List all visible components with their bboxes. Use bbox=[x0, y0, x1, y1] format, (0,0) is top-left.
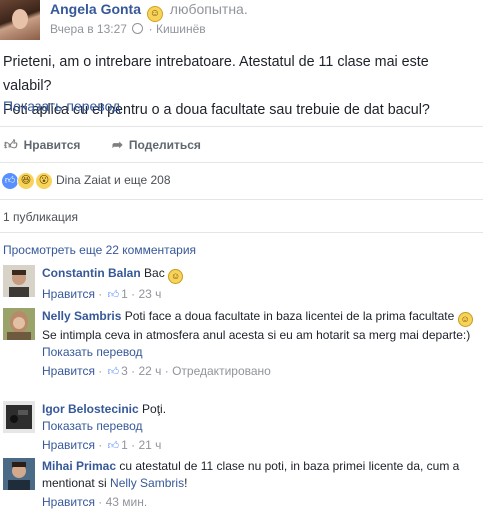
author-name[interactable]: Angela Gonta bbox=[50, 1, 141, 17]
commenter-avatar[interactable] bbox=[3, 401, 35, 433]
comment-body: Mihai Primac cu atestatul de 11 clase nu… bbox=[42, 458, 482, 511]
comment-like-count[interactable]: 1 bbox=[121, 438, 128, 452]
author-avatar[interactable] bbox=[0, 0, 40, 40]
comment-meta: Нравится · 43 мин. bbox=[42, 495, 148, 509]
comment-text-part1: Poti face a doua facultate in baza licen… bbox=[124, 309, 455, 323]
comment-like-link[interactable]: Нравится bbox=[42, 438, 95, 452]
feeling-emoji-icon: ☺ bbox=[146, 6, 163, 22]
commenter-avatar[interactable] bbox=[3, 265, 35, 297]
globe-icon bbox=[132, 23, 144, 34]
comment-like-link[interactable]: Нравится bbox=[42, 287, 95, 301]
action-bar: 👍︎ Нравится ➦ Поделиться bbox=[0, 134, 483, 154]
comment-meta: Нравится · 👍︎ 3 · 22 ч · Отредактировано bbox=[42, 364, 271, 378]
comment-time[interactable]: 22 ч bbox=[138, 364, 161, 378]
post-header: Angela Gonta ☺ любопытна. Вчера в 13:27 … bbox=[0, 0, 483, 42]
comment-meta: Нравится · 👍︎ 1 · 23 ч bbox=[42, 287, 162, 301]
comment-author[interactable]: Constantin Balan bbox=[42, 266, 141, 280]
comment-body: Constantin Balan Bac ☺ Нравится · 👍︎ 1 · … bbox=[42, 265, 482, 304]
wow-reaction-icon: 😮︎ bbox=[35, 172, 53, 190]
comment-like-link[interactable]: Нравится bbox=[42, 364, 95, 378]
thumbs-up-icon: 👍︎ bbox=[4, 137, 18, 152]
post-location[interactable]: Кишинёв bbox=[156, 22, 206, 36]
comment-translate-link[interactable]: Показать перевод bbox=[42, 344, 482, 361]
mention-link[interactable]: Nelly Sambris bbox=[110, 476, 184, 490]
comment-time[interactable]: 23 ч bbox=[138, 287, 161, 301]
commenter-avatar[interactable] bbox=[3, 308, 35, 340]
divider bbox=[0, 126, 483, 127]
comment-like-count[interactable]: 3 bbox=[121, 364, 128, 378]
feeling-text: любопытна. bbox=[169, 1, 248, 17]
comment-body: Nelly Sambris Poti face a doua facultate… bbox=[42, 308, 482, 381]
like-count-icon: 👍︎ bbox=[107, 289, 120, 301]
comment-meta: Нравится · 👍︎ 1 · 21 ч bbox=[42, 438, 162, 452]
author-line: Angela Gonta ☺ любопытна. bbox=[50, 1, 248, 22]
share-label: Поделиться bbox=[128, 138, 201, 152]
smiley-emoji-icon: ☺ bbox=[168, 269, 184, 284]
haha-reaction-icon: 😆︎ bbox=[17, 172, 35, 190]
like-count-icon: 👍︎ bbox=[107, 366, 120, 378]
edited-label[interactable]: Отредактировано bbox=[172, 364, 271, 378]
like-button[interactable]: 👍︎ Нравится bbox=[4, 137, 80, 153]
like-count-icon: 👍︎ bbox=[107, 440, 120, 452]
comment-time[interactable]: 21 ч bbox=[138, 438, 161, 452]
comment-text-part2: ! bbox=[184, 476, 188, 490]
comment-text: Bac bbox=[144, 266, 165, 280]
shares-count[interactable]: 1 публикация bbox=[3, 210, 78, 224]
comment-author[interactable]: Mihai Primac bbox=[42, 459, 116, 473]
comment-text: Poţi. bbox=[142, 402, 167, 416]
commenter-avatar[interactable] bbox=[3, 458, 35, 490]
comment-like-count[interactable]: 1 bbox=[121, 287, 128, 301]
comment-like-link[interactable]: Нравится bbox=[42, 495, 95, 509]
post-text-line-1: Prieteni, am o intrebare intrebatoare. A… bbox=[3, 54, 429, 94]
reactions-summary[interactable]: Dina Zaiat и еще 208 bbox=[56, 173, 171, 187]
like-label: Нравится bbox=[23, 138, 81, 152]
view-more-comments-link[interactable]: Просмотреть еще 22 комментария bbox=[3, 243, 196, 257]
comment-time[interactable]: 43 мин. bbox=[106, 495, 148, 509]
meta-separator: · bbox=[148, 22, 153, 36]
share-button[interactable]: ➦ Поделиться bbox=[112, 137, 201, 153]
comment-author[interactable]: Igor Belostecinic bbox=[42, 402, 139, 416]
post-timestamp[interactable]: Вчера в 13:27 bbox=[50, 22, 127, 36]
show-translation-link[interactable]: Показать перевод bbox=[3, 98, 120, 114]
smiley-emoji-icon: ☺ bbox=[457, 312, 473, 327]
divider bbox=[0, 232, 483, 233]
comment-body: Igor Belostecinic Poţi. Показать перевод… bbox=[42, 401, 482, 455]
divider bbox=[0, 162, 483, 163]
divider bbox=[0, 199, 483, 200]
comment-author[interactable]: Nelly Sambris bbox=[42, 309, 121, 323]
share-arrow-icon: ➦ bbox=[112, 137, 123, 152]
comment-translate-link[interactable]: Показать перевод bbox=[42, 418, 482, 435]
comment-text-part2: Se intimpla ceva in atmosfera anul acest… bbox=[42, 328, 471, 342]
post-meta: Вчера в 13:27 · Кишинёв bbox=[50, 22, 206, 36]
